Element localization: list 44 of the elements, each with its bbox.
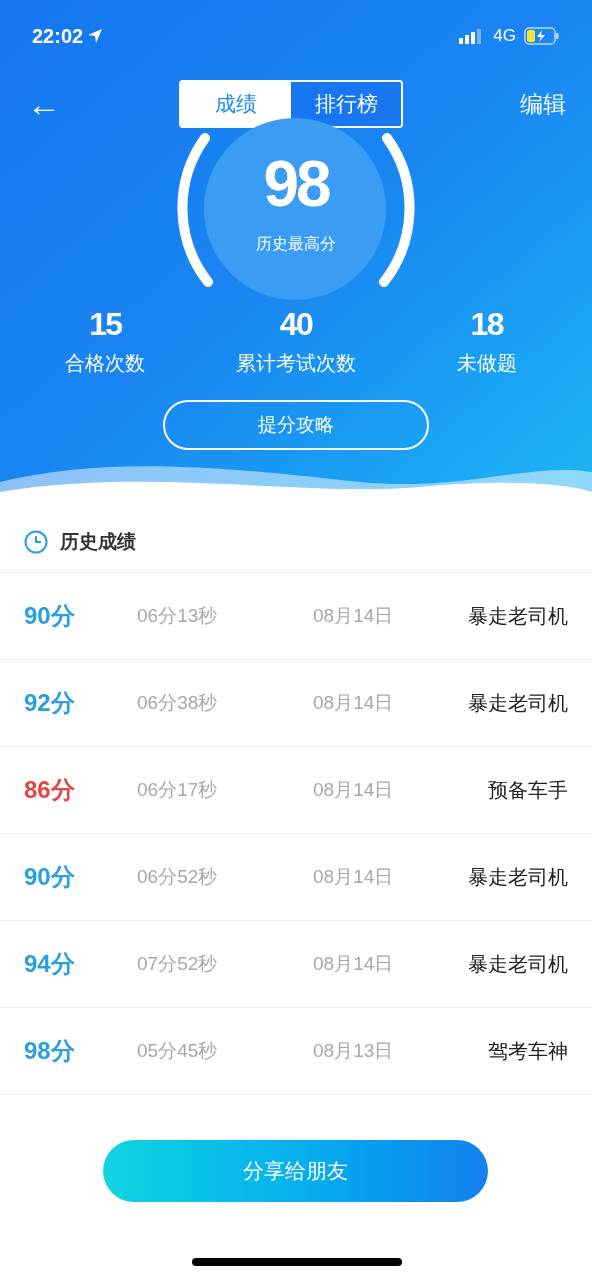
tab[interactable]: 排行榜 — [291, 82, 401, 126]
rank-title: 预备车手 — [487, 778, 568, 803]
tips-button[interactable]: 提分攻略 — [163, 400, 429, 450]
duration-text: 06分52秒 — [137, 864, 219, 889]
stat-label: 累计考试次数 — [236, 351, 356, 376]
date-text: 08月14日 — [313, 777, 395, 802]
date-text: 08月13日 — [313, 1038, 395, 1063]
score-text: 90分 — [24, 862, 76, 892]
duration-text: 06分17秒 — [137, 777, 219, 802]
stat-value: 15 — [89, 308, 122, 340]
best-score-caption: 历史最高分 — [256, 234, 336, 254]
network-label: 4G — [493, 25, 516, 48]
rank-title: 暴走老司机 — [467, 865, 568, 890]
date-text: 08月14日 — [313, 864, 395, 889]
rank-title: 驾考车神 — [487, 1039, 568, 1064]
date-text: 08月14日 — [313, 690, 395, 715]
score-text: 90分 — [24, 601, 76, 631]
duration-text: 07分52秒 — [137, 951, 219, 976]
date-text: 08月14日 — [313, 951, 395, 976]
score-text: 98分 — [24, 1036, 76, 1066]
tab[interactable]: 成绩 — [181, 82, 291, 126]
stat-value: 18 — [470, 308, 503, 340]
score-text: 94分 — [24, 949, 76, 979]
stat-label: 未做题 — [456, 351, 517, 376]
stat-label: 合格次数 — [65, 351, 146, 376]
duration-text: 06分38秒 — [137, 690, 219, 715]
duration-text: 05分45秒 — [137, 1038, 219, 1063]
rank-title: 暴走老司机 — [467, 691, 568, 716]
best-score: 98 — [263, 152, 329, 216]
status-time: 22:02 — [32, 24, 84, 49]
duration-text: 06分13秒 — [137, 603, 219, 628]
edit-button[interactable]: 编辑 — [520, 86, 566, 122]
battery-icon — [524, 27, 560, 45]
history-title: 历史成绩 — [60, 529, 136, 554]
location-arrow-icon — [87, 28, 104, 44]
rank-title: 暴走老司机 — [467, 952, 568, 977]
rank-title: 暴走老司机 — [467, 604, 568, 629]
score-text: 92分 — [24, 688, 76, 718]
score-text: 86分 — [24, 775, 76, 805]
clock-icon — [24, 530, 48, 554]
stat-value: 40 — [279, 308, 313, 340]
share-button[interactable]: 分享给朋友 — [103, 1140, 488, 1202]
back-button[interactable]: ← — [26, 87, 62, 121]
date-text: 08月14日 — [313, 603, 395, 628]
